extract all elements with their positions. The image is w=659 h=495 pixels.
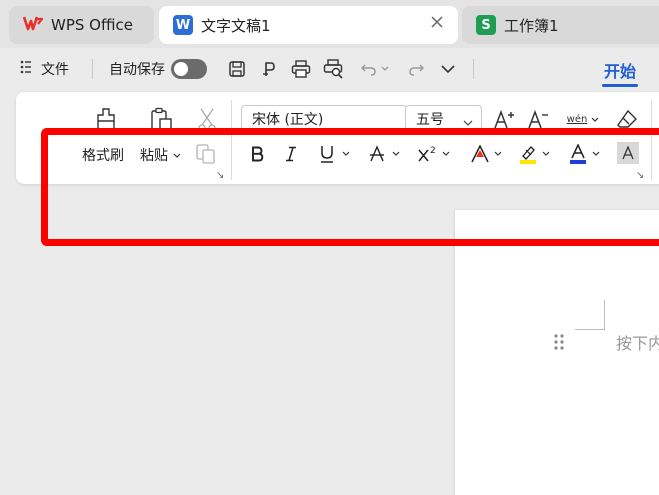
print-preview-icon[interactable] (323, 58, 345, 80)
tab-wps-office[interactable]: WPS Office (9, 6, 154, 44)
undo-dropdown-chevron-icon[interactable] (378, 58, 392, 80)
export-pdf-icon[interactable] (258, 58, 280, 80)
divider (92, 59, 93, 79)
spreadsheet-logo-icon: S (476, 15, 496, 35)
autosave-toggle[interactable] (171, 59, 207, 79)
document-placeholder: 按下内 (616, 334, 659, 353)
tab-start[interactable]: 开始 (604, 58, 636, 82)
print-icon[interactable] (290, 58, 312, 80)
quick-access-bar: 文件 自动保存 开始 (0, 48, 659, 90)
font-name-value: 宋体 (正文) (252, 112, 324, 128)
save-icon[interactable] (226, 58, 248, 80)
tab-wps-label: WPS Office (51, 16, 133, 34)
tab-document[interactable]: W 文字文稿1 (159, 6, 458, 44)
phonetic-guide-label: wén (566, 113, 588, 125)
font-size-value: 五号 (416, 112, 444, 128)
more-chevron-down-icon[interactable] (437, 58, 459, 80)
wps-logo-icon (22, 15, 45, 35)
close-icon[interactable] (428, 15, 446, 33)
undo-icon[interactable] (358, 58, 380, 80)
annotation-highlight-box (41, 128, 659, 246)
autosave-label: 自动保存 (109, 62, 165, 78)
page-margin-corner-mark (575, 300, 605, 330)
autosave-control[interactable]: 自动保存 (109, 55, 207, 83)
phonetic-chevron-down-icon[interactable] (590, 116, 600, 124)
menu-icon (20, 60, 32, 78)
active-tab-indicator (602, 84, 638, 87)
drag-handle-icon[interactable] (553, 333, 565, 351)
redo-icon[interactable] (405, 58, 427, 80)
tab-spreadsheet-label: 工作簿1 (504, 16, 559, 35)
tab-spreadsheet[interactable]: S 工作簿1 (462, 6, 659, 44)
writer-logo-icon: W (173, 15, 193, 35)
title-tab-bar: WPS Office W 文字文稿1 S 工作簿1 (0, 0, 659, 48)
file-menu-button[interactable]: 文件 (20, 55, 69, 83)
divider (473, 59, 474, 79)
tab-document-label: 文字文稿1 (201, 16, 271, 35)
file-menu-label: 文件 (41, 62, 69, 78)
